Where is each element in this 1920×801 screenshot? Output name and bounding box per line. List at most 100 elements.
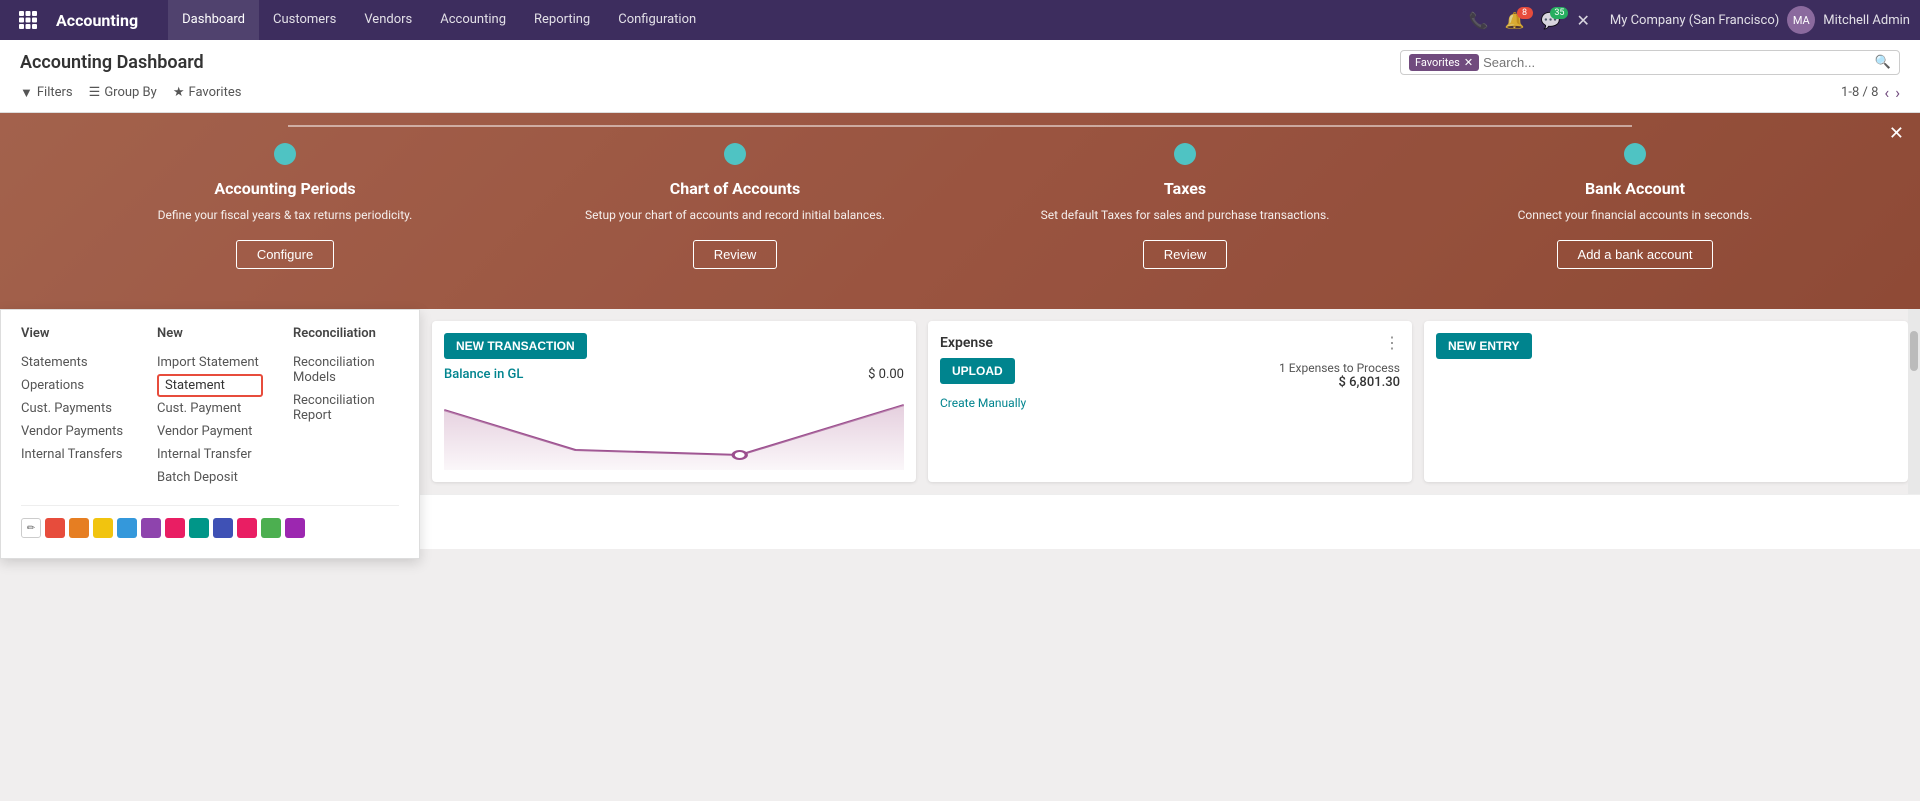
- favorites-label: Favorites: [188, 85, 241, 100]
- color-swatches: ✏: [21, 505, 399, 538]
- dropdown-cust-payment-new[interactable]: Cust. Payment: [157, 397, 263, 420]
- expense-amount: $ 6,801.30: [1279, 375, 1400, 390]
- nav-vendors[interactable]: Vendors: [350, 0, 426, 40]
- new-entry-button[interactable]: NEW ENTRY: [1436, 333, 1532, 359]
- page-title: Accounting Dashboard: [20, 52, 1400, 73]
- mini-chart: [444, 390, 904, 470]
- dropdown-internal-transfer-new[interactable]: Internal Transfer: [157, 443, 263, 466]
- color-purple[interactable]: [141, 518, 161, 538]
- dropdown-import-statement[interactable]: Import Statement: [157, 351, 263, 374]
- color-blue[interactable]: [117, 518, 137, 538]
- new-entry-card: NEW ENTRY: [1424, 321, 1908, 482]
- chat-badge: 35: [1550, 7, 1568, 19]
- color-green[interactable]: [261, 518, 281, 538]
- dropdown-new-col: New Import Statement Statement Cust. Pay…: [157, 326, 263, 489]
- banner-step-title-4: Bank Account: [1585, 179, 1685, 198]
- dropdown-statement[interactable]: Statement: [157, 374, 263, 397]
- dropdown-view-title: View: [21, 326, 127, 341]
- banner-step-desc-4: Connect your financial accounts in secon…: [1518, 206, 1753, 224]
- chart-review-button[interactable]: Review: [693, 240, 778, 269]
- groupby-button[interactable]: ☰ Group By: [89, 85, 157, 100]
- color-orange[interactable]: [69, 518, 89, 538]
- navbar-menu: Dashboard Customers Vendors Accounting R…: [168, 0, 1465, 40]
- nav-reporting[interactable]: Reporting: [520, 0, 604, 40]
- favorites-button[interactable]: ★ Favorites: [173, 85, 242, 100]
- navbar-brand: Accounting: [46, 11, 148, 30]
- banner-step-title-2: Chart of Accounts: [670, 179, 800, 198]
- pagination: 1-8 / 8 ‹ ›: [1841, 83, 1900, 102]
- search-submit-icon[interactable]: 🔍: [1875, 55, 1891, 70]
- dropdown-internal-transfers[interactable]: Internal Transfers: [21, 443, 127, 466]
- search-input[interactable]: [1483, 55, 1875, 70]
- user-name: Mitchell Admin: [1823, 13, 1910, 28]
- banner-close-icon[interactable]: ✕: [1889, 123, 1904, 144]
- close-icon[interactable]: ✕: [1572, 7, 1593, 34]
- setup-banner: ✕ Accounting Periods Define your fiscal …: [0, 113, 1920, 309]
- color-indigo[interactable]: [213, 518, 233, 538]
- nav-configuration[interactable]: Configuration: [604, 0, 710, 40]
- banner-step-title-1: Accounting Periods: [214, 179, 355, 198]
- expense-card: Expense ⋮ UPLOAD 1 Expenses to Process $…: [928, 321, 1412, 482]
- create-manually-link[interactable]: Create Manually: [940, 396, 1400, 410]
- nav-customers[interactable]: Customers: [259, 0, 350, 40]
- search-tag-close[interactable]: ✕: [1464, 56, 1473, 69]
- phone-icon[interactable]: 📞: [1465, 7, 1493, 34]
- groupby-label: Group By: [104, 85, 157, 100]
- dropdown-reconciliation-col: Reconciliation Reconciliation Models Rec…: [293, 326, 399, 489]
- scrollbar-thumb[interactable]: [1910, 331, 1918, 371]
- dropdown-view-col: View Statements Operations Cust. Payment…: [21, 326, 127, 489]
- new-transaction-button[interactable]: NEW TRANSACTION: [444, 333, 587, 359]
- color-pencil[interactable]: ✏: [21, 518, 41, 538]
- transaction-card: NEW TRANSACTION Balance in GL $ 0.00: [432, 321, 916, 482]
- groupby-icon: ☰: [89, 85, 101, 100]
- color-hot-pink[interactable]: [237, 518, 257, 538]
- color-teal[interactable]: [189, 518, 209, 538]
- nav-accounting[interactable]: Accounting: [426, 0, 520, 40]
- dropdown-reconciliation-report[interactable]: Reconciliation Report: [293, 389, 399, 427]
- configure-button[interactable]: Configure: [236, 240, 334, 269]
- balance-label: Balance in GL: [444, 367, 523, 382]
- banner-progress-line: [288, 125, 1632, 127]
- scrollbar-track[interactable]: [1908, 309, 1920, 494]
- dropdown-operations[interactable]: Operations: [21, 374, 127, 397]
- balance-row: Balance in GL $ 0.00: [444, 367, 904, 382]
- expense-menu-icon[interactable]: ⋮: [1384, 333, 1400, 352]
- pagination-prev[interactable]: ‹: [1884, 83, 1889, 102]
- search-tag-favorites[interactable]: Favorites ✕: [1409, 54, 1479, 71]
- nav-dashboard[interactable]: Dashboard: [168, 0, 259, 40]
- favorites-icon: ★: [173, 85, 185, 100]
- banner-dot-1: [274, 143, 296, 165]
- subheader-filters: ▼ Filters ☰ Group By ★ Favorites 1-8 / 8…: [20, 83, 1900, 102]
- expense-header: Expense ⋮: [940, 333, 1400, 352]
- expense-title: Expense: [940, 335, 993, 351]
- banner-step-desc-3: Set default Taxes for sales and purchase…: [1041, 206, 1330, 224]
- banner-step-bank-account: Bank Account Connect your financial acco…: [1437, 143, 1833, 269]
- dropdown-vendor-payments[interactable]: Vendor Payments: [21, 420, 127, 443]
- dropdown-cust-payments[interactable]: Cust. Payments: [21, 397, 127, 420]
- banner-step-chart-of-accounts: Chart of Accounts Setup your chart of ac…: [537, 143, 933, 269]
- navbar-right: 📞 🔔 8 💬 35 ✕ My Company (San Francisco) …: [1465, 6, 1910, 34]
- dropdown-batch-deposit[interactable]: Batch Deposit: [157, 466, 263, 489]
- upload-button[interactable]: UPLOAD: [940, 358, 1015, 384]
- search-bar: Favorites ✕ 🔍: [1400, 50, 1900, 75]
- apps-icon[interactable]: [10, 2, 46, 38]
- dropdown-vendor-payment-new[interactable]: Vendor Payment: [157, 420, 263, 443]
- dropdown-statements[interactable]: Statements: [21, 351, 127, 374]
- notification-bell[interactable]: 🔔 8: [1501, 11, 1529, 30]
- pagination-next[interactable]: ›: [1895, 83, 1900, 102]
- filters-button[interactable]: ▼ Filters: [20, 85, 73, 101]
- color-pink[interactable]: [165, 518, 185, 538]
- add-bank-account-button[interactable]: Add a bank account: [1557, 240, 1714, 269]
- taxes-review-button[interactable]: Review: [1143, 240, 1228, 269]
- chat-icon[interactable]: 💬 35: [1537, 11, 1565, 30]
- color-yellow[interactable]: [93, 518, 113, 538]
- dropdown-reconciliation-models[interactable]: Reconciliation Models: [293, 351, 399, 389]
- notif-badge: 8: [1517, 7, 1533, 19]
- avatar[interactable]: MA: [1787, 6, 1815, 34]
- banner-dot-2: [724, 143, 746, 165]
- dropdown-new-title: New: [157, 326, 263, 341]
- dropdown-columns: View Statements Operations Cust. Payment…: [21, 326, 399, 489]
- banner-dot-3: [1174, 143, 1196, 165]
- color-red[interactable]: [45, 518, 65, 538]
- color-deep-purple[interactable]: [285, 518, 305, 538]
